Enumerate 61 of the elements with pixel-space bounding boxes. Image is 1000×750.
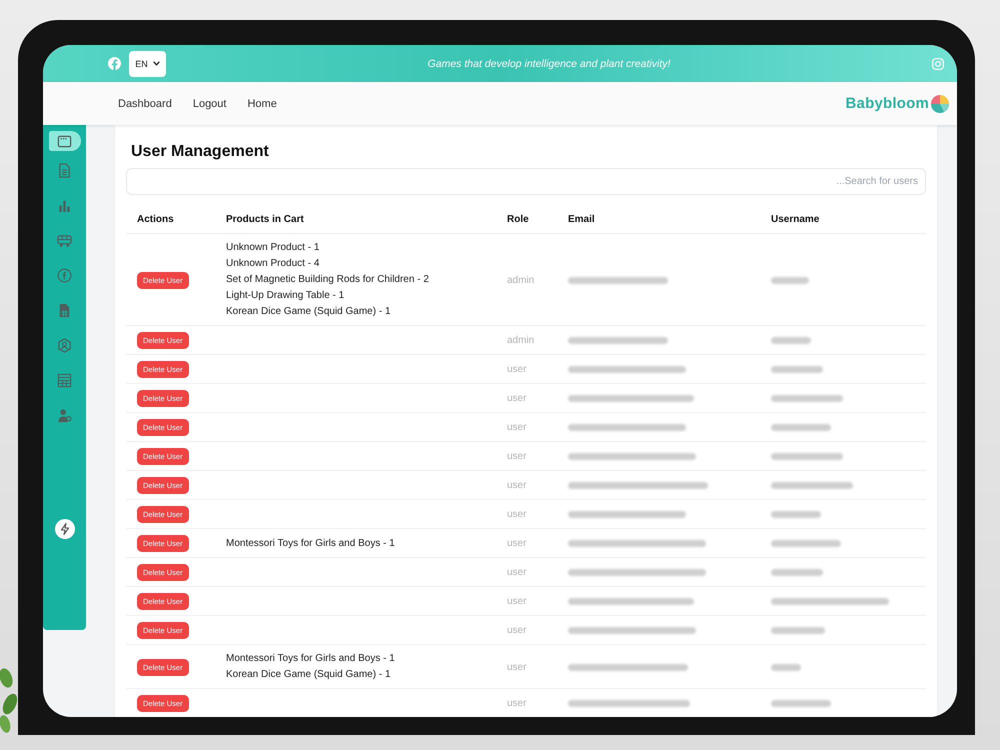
cart-item-text: Unknown Product - 1	[226, 241, 320, 255]
blurred-username	[771, 337, 811, 344]
cart-item-text: Montessori Toys for Girls and Boys - 1	[226, 536, 396, 550]
role-text: user	[506, 393, 526, 404]
role-text: user	[506, 567, 526, 578]
cart-item-text: Set of Magnetic Building Rods for Children - 2	[226, 273, 430, 287]
hexagon-user-icon	[57, 338, 72, 352]
role-text: user	[506, 480, 526, 491]
role-text: user	[506, 451, 526, 462]
blurred-username	[771, 424, 831, 431]
window-icon	[57, 134, 72, 148]
lightning-icon[interactable]	[54, 519, 74, 539]
blurred-username	[771, 395, 843, 402]
blurred-username	[771, 511, 821, 518]
ball-icon	[930, 94, 950, 114]
blurred-username	[771, 453, 843, 460]
cart-item-text: Montessori Toys for Girls and Boys - 1	[226, 652, 396, 666]
nav-link[interactable]: Dashboard	[118, 98, 172, 110]
tagline-text: Games that develop intelligence and plant creativity!	[426, 58, 672, 70]
role-text: user	[506, 625, 526, 636]
search-field[interactable]: ...Search for users	[126, 168, 926, 195]
spreadsheet-icon	[57, 302, 72, 318]
role-text: user	[506, 698, 526, 709]
instagram-icon[interactable]	[932, 58, 944, 70]
caret-icon	[152, 61, 160, 66]
role-text: user	[506, 538, 526, 549]
role-text: admin	[506, 274, 534, 286]
document-icon	[57, 162, 72, 178]
role-text: user	[506, 596, 526, 607]
user-gear-icon	[57, 408, 72, 422]
blurred-username	[771, 664, 801, 670]
language-select[interactable]: EN	[129, 50, 166, 76]
role-text: admin	[506, 335, 534, 346]
column-header: Email	[567, 214, 595, 224]
cart-item-text: Light-Up Drawing Table - 1	[226, 289, 346, 303]
role-text: user	[506, 509, 526, 520]
column-header: Role	[506, 214, 529, 224]
cart-item-text: Korean Dice Game (Squid Game) - 1	[226, 305, 392, 319]
column-header: Actions	[136, 214, 174, 224]
table-icon	[57, 372, 72, 388]
cart-item-text: Unknown Product - 4	[226, 257, 320, 271]
nav-link[interactable]: Logout	[192, 98, 226, 110]
facebook-icon[interactable]	[108, 57, 121, 70]
cart-item-text: Korean Dice Game (Squid Game) - 1	[226, 668, 392, 682]
role-text: user	[506, 662, 526, 672]
page-title: User Management	[130, 142, 270, 162]
sidebar-item[interactable]	[48, 131, 80, 151]
role-text: user	[506, 422, 526, 433]
nav-link[interactable]: Home	[247, 98, 277, 110]
blurred-username	[771, 700, 831, 707]
bus-icon	[57, 232, 72, 248]
logo-text: Babybloom	[846, 95, 929, 112]
blurred-username	[771, 627, 825, 634]
column-header: Products in Cart	[225, 214, 304, 224]
role-text: user	[506, 364, 526, 375]
blurred-username	[771, 569, 823, 576]
facebook-icon	[57, 268, 72, 282]
blurred-username	[771, 540, 841, 547]
blurred-username	[771, 276, 809, 284]
blurred-username	[771, 366, 823, 373]
column-header: Username	[770, 214, 820, 224]
